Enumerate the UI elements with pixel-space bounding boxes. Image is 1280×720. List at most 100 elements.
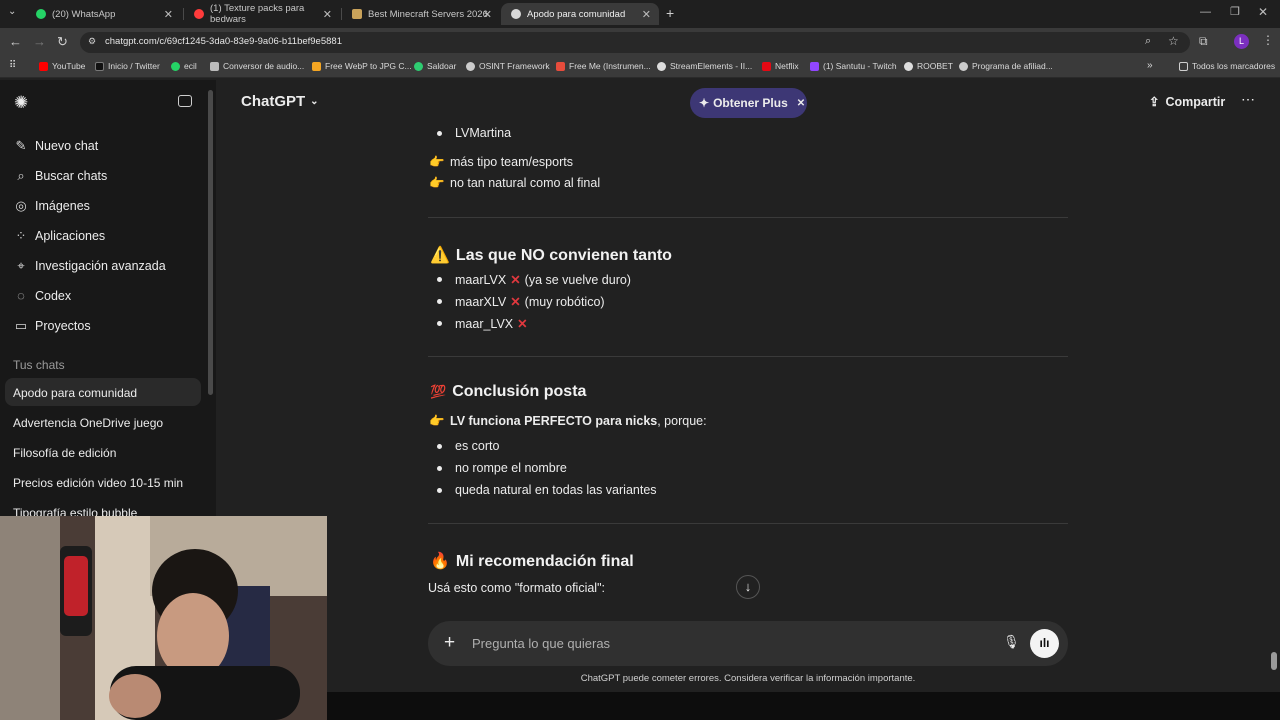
bookmark-audio-converter[interactable]: Conversor de audio... <box>210 61 304 71</box>
bullet <box>437 131 442 136</box>
tab-minecraft-servers[interactable]: Best Minecraft Servers 2026 ✕ <box>342 3 500 25</box>
bookmarks-bar: ⠿ YouTube Inicio / Twitter ecil Converso… <box>0 56 1280 78</box>
add-attachment-icon[interactable]: + <box>444 632 455 654</box>
apps-grid-icon[interactable]: ⠿ <box>9 60 16 71</box>
recommendation-text: Usá esto como "formato oficial": <box>428 581 605 595</box>
voice-mode-button[interactable]: ılı <box>1030 629 1059 658</box>
audio-icon <box>210 61 219 71</box>
more-options-icon[interactable]: ⋯ <box>1241 91 1255 108</box>
codex-icon: ◌ <box>17 288 25 303</box>
bookmark-osint[interactable]: OSINT Framework <box>466 61 550 71</box>
bookmark-streamelements[interactable]: StreamElements - II... <box>657 61 752 71</box>
new-tab-button[interactable]: + <box>666 5 674 21</box>
close-icon[interactable]: ✕ <box>483 8 492 21</box>
apps-icon: ⁘ <box>15 228 27 243</box>
sidebar-item-search-chats[interactable]: ⌕ Buscar chats <box>13 168 107 184</box>
openai-logo-icon[interactable]: ✺ <box>14 93 28 113</box>
tab-search-icon[interactable]: ⌄ <box>8 6 16 17</box>
cross-mark-icon: ✕ <box>510 295 521 309</box>
main-scrollbar[interactable] <box>1271 652 1277 670</box>
forward-icon[interactable]: → <box>33 34 46 49</box>
extensions-icon[interactable]: ⧉ <box>1199 34 1208 49</box>
youtube-icon <box>39 61 48 71</box>
list-item: LVMartina <box>455 126 512 140</box>
close-window-button[interactable]: ✕ <box>1258 5 1268 19</box>
close-icon[interactable]: ✕ <box>323 8 332 21</box>
section-heading: 💯 Conclusión posta <box>430 383 587 400</box>
minimize-button[interactable]: — <box>1200 6 1211 18</box>
bookmark-ecil[interactable]: ecil <box>171 61 197 71</box>
chat-item-filosofia[interactable]: Filosofía de edición <box>13 446 116 460</box>
list-item: no rompe el nombre <box>455 461 567 475</box>
tab-whatsapp[interactable]: (20) WhatsApp ✕ <box>26 3 181 25</box>
bookmark-twitter[interactable]: Inicio / Twitter <box>95 61 160 71</box>
bookmark-saldoar[interactable]: Saldoar <box>414 61 456 71</box>
reload-icon[interactable]: ↻ <box>57 34 68 50</box>
sidebar-item-apps[interactable]: ⁘ Aplicaciones <box>13 228 106 244</box>
bookmark-star-icon[interactable]: ☆ <box>1168 34 1179 48</box>
more-bookmarks-icon[interactable]: » <box>1147 60 1153 71</box>
sidebar-scrollbar[interactable] <box>208 90 213 395</box>
bullet <box>437 444 442 449</box>
image-icon <box>312 61 321 71</box>
pointing-hand-icon: 👉 <box>429 176 445 190</box>
chatgpt-icon <box>511 9 521 19</box>
close-icon[interactable]: ✕ <box>642 8 651 21</box>
main-panel: ChatGPT ⌄ ✦ Obtener Plus ✕ ⇪ Compartir ⋯… <box>216 80 1280 720</box>
bookmark-webp-jpg[interactable]: Free WebP to JPG C... <box>312 61 412 71</box>
folder-icon: ▭ <box>14 318 28 333</box>
share-button[interactable]: ⇪ Compartir <box>1149 94 1225 110</box>
globe-icon <box>904 61 913 71</box>
whatsapp-icon <box>36 9 46 19</box>
sidebar-toggle-icon[interactable] <box>178 95 192 107</box>
divider <box>428 217 1068 218</box>
tab-texture-packs[interactable]: (1) Texture packs para bedwars ✕ <box>184 3 340 25</box>
chats-section-title: Tus chats <box>13 358 65 372</box>
microphone-icon[interactable]: 🎙 <box>1003 634 1020 650</box>
pointing-hand-icon: 👉 <box>429 414 445 428</box>
profile-avatar[interactable]: L <box>1234 34 1249 49</box>
scroll-down-button[interactable]: ↓ <box>736 575 760 599</box>
address-bar[interactable]: ⚙ chatgpt.com/c/69cf1245-3da0-83e9-9a06-… <box>80 32 1190 53</box>
model-selector[interactable]: ChatGPT ⌄ <box>241 93 319 110</box>
sidebar-item-images[interactable]: ◎ Imágenes <box>13 198 90 214</box>
bookmark-youtube[interactable]: YouTube <box>39 61 85 71</box>
site-info-icon[interactable]: ⚙ <box>88 36 96 47</box>
bookmark-roobet[interactable]: ROOBET <box>904 61 953 71</box>
streamelements-icon <box>657 61 666 71</box>
fire-icon: 🔥 <box>430 553 450 570</box>
chevron-down-icon: ⌄ <box>310 96 319 107</box>
zoom-icon[interactable]: ⌕ <box>1145 35 1151 48</box>
section-heading: ⚠️ Las que NO convienen tanto <box>430 247 672 264</box>
sidebar-item-new-chat[interactable]: ✎ Nuevo chat <box>13 138 99 154</box>
bookmark-free-me[interactable]: Free Me (Instrumen... <box>556 61 651 71</box>
sidebar-item-codex[interactable]: ◌ Codex <box>13 288 71 303</box>
url-text: chatgpt.com/c/69cf1245-3da0-83e9-9a06-b1… <box>105 36 342 47</box>
menu-icon[interactable]: ⋮ <box>1262 33 1274 47</box>
bookmark-netflix[interactable]: Netflix <box>762 61 799 71</box>
bullet <box>437 321 442 326</box>
divider <box>428 523 1068 524</box>
chat-item-onedrive[interactable]: Advertencia OneDrive juego <box>13 416 163 430</box>
sidebar-item-deep-research[interactable]: ⌖ Investigación avanzada <box>13 258 165 274</box>
close-icon[interactable]: ✕ <box>164 8 173 21</box>
bullet <box>437 466 442 471</box>
restore-button[interactable]: ❐ <box>1230 5 1240 18</box>
chat-item-apodo[interactable]: Apodo para comunidad <box>13 386 137 400</box>
browser-tab-strip: ⌄ (20) WhatsApp ✕ (1) Texture packs para… <box>0 0 1280 28</box>
list-item: queda natural en todas las variantes <box>455 483 657 497</box>
minecraft-icon <box>352 9 362 19</box>
chat-item-precios[interactable]: Precios edición video 10-15 min <box>13 476 183 490</box>
sidebar-item-projects[interactable]: ▭ Proyectos <box>13 318 91 334</box>
get-plus-button[interactable]: ✦ Obtener Plus ✕ <box>690 88 807 118</box>
bookmark-twitch[interactable]: (1) Santutu - Twitch <box>810 61 897 71</box>
prompt-input[interactable]: Pregunta lo que quieras <box>472 636 610 651</box>
folder-icon <box>1179 61 1188 71</box>
composer: + Pregunta lo que quieras 🎙 ılı <box>428 621 1068 666</box>
all-bookmarks-folder[interactable]: Todos los marcadores <box>1179 61 1275 71</box>
globe-icon <box>959 61 968 71</box>
back-icon[interactable]: ← <box>9 34 22 49</box>
tab-apodo-para-comunidad[interactable]: Apodo para comunidad ✕ <box>501 3 659 25</box>
close-icon[interactable]: ✕ <box>797 98 805 109</box>
bookmark-affiliate[interactable]: Programa de afiliad... <box>959 61 1053 71</box>
